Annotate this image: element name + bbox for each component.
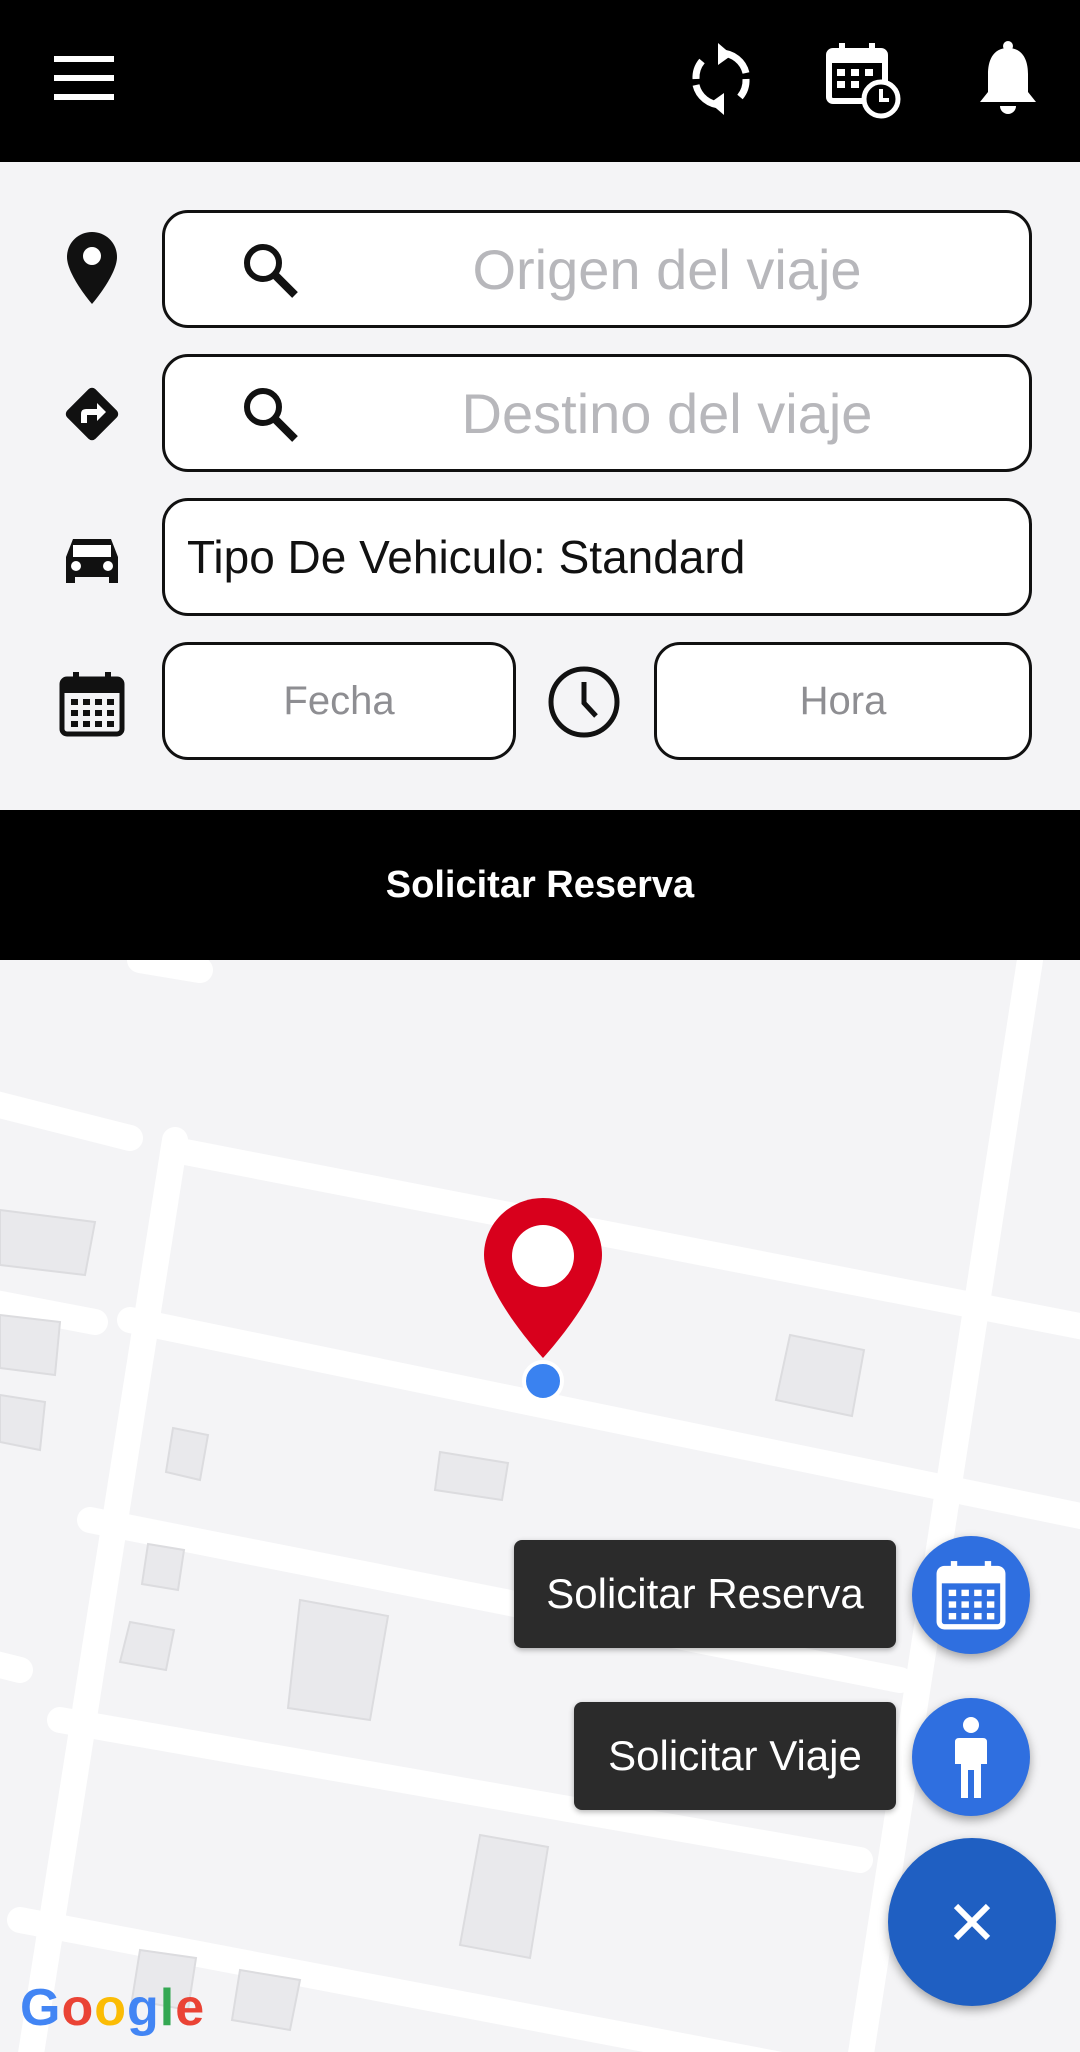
google-logo: Google — [20, 1979, 206, 2037]
origin-input[interactable]: Origen del viaje — [162, 210, 1032, 328]
top-app-bar — [0, 0, 1080, 162]
person-icon — [955, 1717, 987, 1798]
time-placeholder: Hora — [799, 678, 887, 723]
clock-icon — [546, 664, 622, 740]
calendar-icon — [52, 664, 132, 744]
location-pin-icon — [52, 228, 132, 308]
fab-reserve-label[interactable]: Solicitar Reserva — [514, 1540, 896, 1648]
calendar-clock-icon[interactable] — [822, 38, 906, 122]
fab-reserve-button[interactable] — [912, 1536, 1030, 1654]
bell-icon[interactable] — [968, 36, 1048, 120]
fab-trip-label[interactable]: Solicitar Viaje — [574, 1702, 896, 1810]
hamburger-menu-icon[interactable] — [50, 48, 118, 108]
date-placeholder: Fecha — [283, 678, 395, 723]
time-field[interactable]: Hora — [654, 642, 1032, 760]
vehicle-type-selector[interactable]: Tipo De Vehiculo: Standard — [162, 498, 1032, 616]
fab-trip-button[interactable] — [912, 1698, 1030, 1816]
map-pin-marker[interactable] — [484, 1198, 602, 1358]
origin-placeholder: Origen del viaje — [472, 237, 862, 301]
directions-icon — [52, 374, 132, 454]
current-location-dot — [522, 1360, 564, 1402]
close-icon — [953, 1903, 991, 1941]
request-reservation-button[interactable]: Solicitar Reserva — [0, 810, 1080, 960]
vehicle-type-value: Tipo De Vehiculo: Standard — [187, 531, 746, 583]
calendar-icon — [936, 1561, 1006, 1630]
date-field[interactable]: Fecha — [162, 642, 516, 760]
fab-close-button[interactable] — [888, 1838, 1056, 2006]
car-icon — [52, 520, 132, 600]
destination-placeholder: Destino del viaje — [461, 381, 873, 445]
destination-input[interactable]: Destino del viaje — [162, 354, 1032, 472]
booking-form: Origen del viaje Destino del viaje Tipo … — [0, 162, 1080, 810]
refresh-icon[interactable] — [680, 38, 762, 120]
